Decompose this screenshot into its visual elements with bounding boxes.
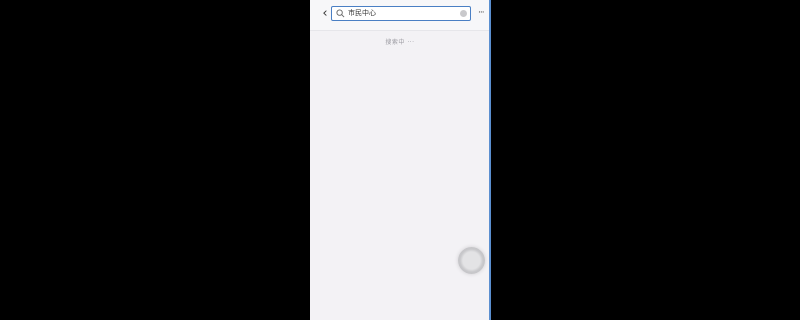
- search-input[interactable]: 市民中心: [331, 6, 471, 21]
- floating-assist-button[interactable]: [458, 247, 485, 274]
- phone-screen: ‹ 市民中心 ··· 搜索中 ···: [310, 0, 490, 320]
- loading-status: 搜索中 ···: [385, 39, 415, 46]
- search-icon: [336, 9, 345, 18]
- clear-icon[interactable]: [460, 10, 467, 17]
- search-query-text: 市民中心: [348, 9, 376, 17]
- back-icon[interactable]: ‹: [318, 7, 332, 21]
- search-header: ‹ 市民中心 ···: [310, 0, 490, 31]
- window-edge: [489, 0, 491, 320]
